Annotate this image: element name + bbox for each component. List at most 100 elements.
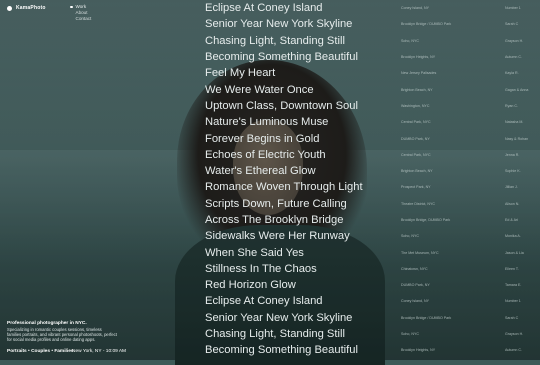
project-title-link[interactable]: Senior Year New York Skyline <box>205 16 395 32</box>
project-client: Ed & Ari <box>505 218 518 222</box>
project-location: Coney Island, NY <box>401 6 429 11</box>
project-client: Eileen T. <box>505 266 519 271</box>
project-client: Grayson H. <box>505 38 524 43</box>
project-meta-row: Coney Island, NY Number 1 <box>401 0 533 16</box>
project-client: Grayson H. <box>505 332 524 337</box>
project-title-link[interactable]: Water's Ethereal Glow <box>205 163 395 179</box>
project-title-link[interactable]: Becoming Something Beautiful <box>205 49 395 65</box>
project-location: Brooklyn Bridge, DUMBO Park <box>401 218 451 222</box>
project-meta-row: Theatre District, NYC Alison N. <box>401 196 533 212</box>
project-title-link[interactable]: Feel My Heart <box>205 65 395 81</box>
project-location: Brooklyn Heights, NY <box>401 348 436 353</box>
project-meta-row: New Jersey Palisades Kayla R. <box>401 65 533 81</box>
project-meta-row: DUMBO Park, NY Nasy & Rohan <box>401 130 533 146</box>
active-dot-icon <box>70 5 73 9</box>
project-client: Number 1 <box>505 299 521 304</box>
project-client: Jason & Lia <box>505 250 524 255</box>
project-client: Sarah C <box>505 22 519 27</box>
project-location: DUMBO Park, NY <box>401 283 430 288</box>
project-title-link[interactable]: Becoming Something Beautiful <box>205 342 395 358</box>
logo-dot-icon <box>7 5 12 11</box>
about-text: Specializing in romantic couples session… <box>7 327 117 343</box>
project-location: Washington, NYC <box>401 103 430 108</box>
project-client: Jillian J. <box>505 185 518 190</box>
project-meta-row: Soho, NYC Grayson H. <box>401 326 533 342</box>
project-meta-row: Central Park, NYC Natasha M. <box>401 114 533 130</box>
project-location: Prospect Park, NY <box>401 185 431 190</box>
project-client: Autumn C. <box>505 348 522 353</box>
project-location: Brooklyn Heights, NY <box>401 55 436 60</box>
project-client: Sophie K. <box>505 169 521 174</box>
project-meta-row: Soho, NYC Grayson H. <box>401 33 533 49</box>
project-title-link[interactable]: Scripts Down, Future Calling <box>205 196 395 212</box>
project-title-link[interactable]: Stillness In The Chaos <box>205 261 395 277</box>
brand-name: KamaPhoto <box>16 5 46 11</box>
project-title-link[interactable]: Forever Begins in Gold <box>205 130 395 146</box>
project-meta-row: Soho, NYC Monika A. <box>401 228 533 244</box>
project-location: Chinatown, NYC <box>401 266 428 271</box>
project-title-link[interactable]: Chasing Light, Standing Still <box>205 33 395 49</box>
project-client: Autumn C. <box>505 55 522 60</box>
project-title-link[interactable]: Red Horizon Glow <box>205 277 395 293</box>
project-location: Soho, NYC <box>401 234 419 239</box>
project-meta-row: Brooklyn Bridge, DUMBO Park Ed & Ari <box>401 212 533 228</box>
project-client: Monika A. <box>505 234 521 239</box>
project-client: Ryan C. <box>505 103 518 108</box>
project-location: Soho, NYC <box>401 38 419 43</box>
project-meta-row: Coney Island, NY Number 1 <box>401 293 533 309</box>
project-location: New Jersey Palisades <box>401 71 437 76</box>
project-title-link[interactable]: Uptown Class, Downtown Soul <box>205 98 395 114</box>
project-title-link[interactable]: Senior Year New York Skyline <box>205 310 395 326</box>
project-title-link[interactable]: When She Said Yes <box>205 244 395 260</box>
project-title-link[interactable]: Sidewalks Were Her Runway <box>205 228 395 244</box>
project-client: Tamara E. <box>505 283 522 288</box>
project-location: Brighton Beach, NY <box>401 169 433 174</box>
project-location: Brooklyn Bridge / DUMBO Park <box>401 315 452 320</box>
project-meta-row: Brooklyn Heights, NY Autumn C. <box>401 342 533 358</box>
project-location: The Met Museum, NYC <box>401 250 439 255</box>
project-client: Sarah C <box>505 315 519 320</box>
project-meta-row: Brighton Beach, NY Sophie K. <box>401 163 533 179</box>
project-meta-row: Brooklyn Bridge / DUMBO Park Sarah C <box>401 16 533 32</box>
project-title-link[interactable]: Chasing Light, Standing Still <box>205 326 395 342</box>
project-location: Brooklyn Bridge / DUMBO Park <box>401 22 452 27</box>
project-meta-row: Brighton Beach, NY Gagan & Anna <box>401 81 533 97</box>
project-location: Central Park, NYC <box>401 120 431 125</box>
nav-item-label: Contact <box>75 16 92 21</box>
brand-logo[interactable]: KamaPhoto <box>7 5 46 11</box>
footer-categories: Portraits • Couples • Families <box>7 349 74 354</box>
project-location: DUMBO Park, NY <box>401 136 430 141</box>
project-meta-row: Brooklyn Heights, NY Autumn C. <box>401 49 533 65</box>
project-location: Soho, NYC <box>401 332 419 337</box>
project-title-link[interactable]: We Were Water Once <box>205 81 395 97</box>
project-client: Natasha M. <box>505 120 524 125</box>
project-meta-list: Coney Island, NY Number 1 Brooklyn Bridge … <box>401 0 533 359</box>
project-meta-row: Prospect Park, NY Jillian J. <box>401 179 533 195</box>
project-client: Alison N. <box>505 201 520 206</box>
nav-item-contact[interactable]: Contact <box>70 16 92 22</box>
project-title-link[interactable]: Romance Woven Through Light <box>205 179 395 195</box>
project-client: Jenna R. <box>505 152 520 157</box>
project-client: Gagan & Anna <box>505 87 529 92</box>
project-title-link[interactable]: Eclipse At Coney Island <box>205 0 395 16</box>
project-title-link[interactable]: Nature's Luminous Muse <box>205 114 395 130</box>
project-client: Number 1 <box>505 6 521 11</box>
project-meta-row: Brooklyn Bridge / DUMBO Park Sarah C <box>401 310 533 326</box>
project-location: Coney Island, NY <box>401 299 429 304</box>
project-title-link[interactable]: Across The Brooklyn Bridge <box>205 212 395 228</box>
project-client: Kayla R. <box>505 71 519 76</box>
project-title-list: Eclipse At Coney Island Senior Year New Y… <box>205 0 395 359</box>
project-location: Theatre District, NYC <box>401 201 435 206</box>
about-blurb: Professional photographer in NYC. Specia… <box>7 321 117 343</box>
project-location: Central Park, NYC <box>401 152 431 157</box>
main-nav: Work About Contact <box>70 4 91 22</box>
project-meta-row: Chinatown, NYC Eileen T. <box>401 261 533 277</box>
project-meta-row: The Met Museum, NYC Jason & Lia <box>401 244 533 260</box>
project-meta-row: DUMBO Park, NY Tamara E. <box>401 277 533 293</box>
footer-location-time: New York, NY - 10:09 AM <box>72 349 127 354</box>
project-location: Brighton Beach, NY <box>401 87 433 92</box>
project-meta-row: Central Park, NYC Jenna R. <box>401 147 533 163</box>
project-title-link[interactable]: Eclipse At Coney Island <box>205 293 395 309</box>
project-client: Nasy & Rohan <box>505 136 529 141</box>
project-title-link[interactable]: Echoes of Electric Youth <box>205 147 395 163</box>
